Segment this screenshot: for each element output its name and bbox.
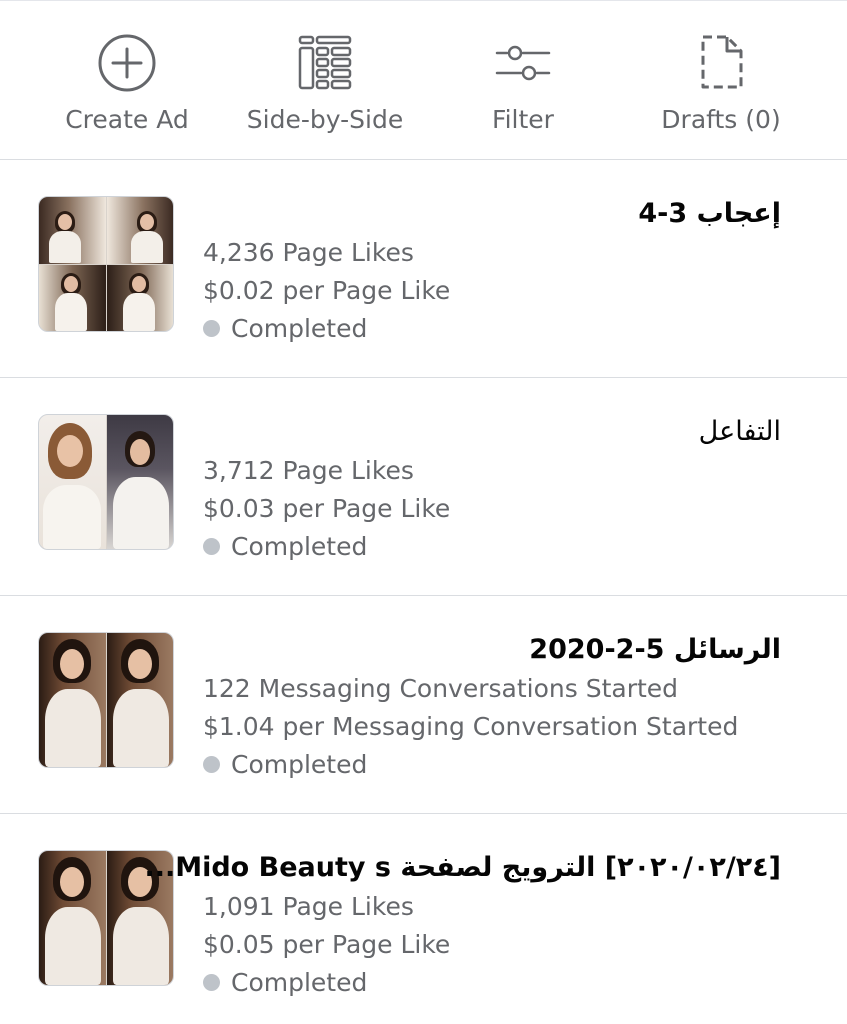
ad-status: Completed — [203, 314, 367, 343]
ad-row[interactable]: الرسائل 5-2-2020 122 Messaging Conversat… — [0, 596, 847, 814]
document-draft-icon — [691, 31, 751, 95]
ad-status: Completed — [203, 968, 367, 997]
ad-row[interactable]: التفاعل 3,712 Page Likes $0.03 per Page … — [0, 378, 847, 596]
ad-cost-per-result: $1.04 per Messaging Conversation Started — [203, 712, 739, 741]
ad-status: Completed — [203, 532, 367, 561]
thumbnail-photo — [39, 633, 106, 767]
sliders-icon — [493, 31, 553, 95]
ad-thumbnail — [38, 196, 174, 332]
ad-cost-per-result: $0.02 per Page Like — [203, 276, 451, 305]
ad-thumbnail — [38, 414, 174, 550]
status-dot-icon — [203, 756, 220, 773]
ad-title: التفاعل — [698, 416, 781, 447]
ads-toolbar: Create Ad Side-by-Side Filter Drafts (0) — [0, 1, 847, 160]
thumbnail-photo — [39, 851, 106, 985]
thumbnail-photo — [39, 264, 106, 331]
filter-label: Filter — [492, 105, 554, 134]
ad-result-metric: 3,712 Page Likes — [203, 456, 414, 485]
plus-circle-icon — [97, 31, 157, 95]
drafts-button[interactable]: Drafts (0) — [636, 1, 806, 159]
ad-result-metric: 4,236 Page Likes — [203, 238, 414, 267]
ad-thumbnail — [38, 632, 174, 768]
columns-list-icon — [295, 31, 355, 95]
thumbnail-photo — [39, 415, 106, 549]
status-dot-icon — [203, 974, 220, 991]
filter-button[interactable]: Filter — [453, 1, 593, 159]
ad-title: [٢٠٢٠/٠٢/٢٤] الترويج لصفحة Mido Beauty s… — [144, 852, 781, 883]
thumbnail-photo — [106, 264, 173, 331]
status-dot-icon — [203, 538, 220, 555]
ad-result-metric: 122 Messaging Conversations Started — [203, 674, 679, 703]
side-by-side-label: Side-by-Side — [246, 105, 404, 134]
thumbnail-photo — [39, 197, 106, 264]
side-by-side-button[interactable]: Side-by-Side — [229, 1, 421, 159]
create-ad-button[interactable]: Create Ad — [36, 1, 218, 159]
ad-result-metric: 1,091 Page Likes — [203, 892, 414, 921]
ad-status: Completed — [203, 750, 367, 779]
ad-title: إعجاب 3-4 — [638, 198, 781, 229]
drafts-label: Drafts (0) — [661, 105, 781, 134]
thumbnail-photo — [106, 197, 173, 264]
thumbnail-photo — [106, 633, 173, 767]
ad-title: الرسائل 5-2-2020 — [529, 634, 781, 665]
ad-cost-per-result: $0.05 per Page Like — [203, 930, 451, 959]
status-dot-icon — [203, 320, 220, 337]
create-ad-label: Create Ad — [65, 105, 189, 134]
ad-status-label: Completed — [231, 532, 368, 561]
ad-row[interactable]: [٢٠٢٠/٠٢/٢٤] الترويج لصفحة Mido Beauty s… — [0, 814, 847, 1024]
ad-status-label: Completed — [231, 314, 368, 343]
ad-status-label: Completed — [231, 968, 368, 997]
ad-cost-per-result: $0.03 per Page Like — [203, 494, 451, 523]
ad-status-label: Completed — [231, 750, 368, 779]
ad-row[interactable]: إعجاب 3-4 4,236 Page Likes $0.02 per Pag… — [0, 160, 847, 378]
thumbnail-photo — [106, 415, 173, 549]
